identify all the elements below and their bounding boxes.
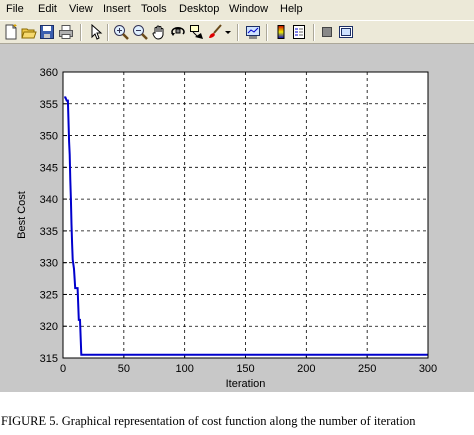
menu-desktop[interactable]: Desktop xyxy=(179,3,219,15)
x-tick-label: 250 xyxy=(358,363,376,375)
x-tick-label: 300 xyxy=(419,363,437,375)
figure-caption: FIGURE 5. Graphical representation of co… xyxy=(1,414,416,428)
pan-hand-icon[interactable] xyxy=(151,24,167,40)
brush-dropdown-icon[interactable] xyxy=(224,24,232,40)
y-tick-label: 320 xyxy=(40,321,58,333)
toolbar-separator xyxy=(237,24,239,41)
y-axis-label: Best Cost xyxy=(16,191,28,239)
show-plot-tools-icon[interactable] xyxy=(338,24,354,40)
y-tick-label: 330 xyxy=(40,258,58,270)
x-axis-label: Iteration xyxy=(226,378,266,390)
menu-bar: File Edit View Insert Tools Desktop Wind… xyxy=(0,0,474,20)
y-tick-label: 360 xyxy=(40,67,58,79)
y-tick-label: 355 xyxy=(40,99,58,111)
menu-insert[interactable]: Insert xyxy=(103,3,131,15)
toolbar-separator xyxy=(313,24,315,41)
new-figure-icon[interactable] xyxy=(3,24,19,40)
x-tick-label: 100 xyxy=(175,363,193,375)
hide-plot-tools-icon[interactable] xyxy=(319,24,335,40)
open-file-icon[interactable] xyxy=(21,24,37,40)
x-tick-label: 200 xyxy=(297,363,315,375)
menu-window[interactable]: Window xyxy=(229,3,268,15)
figure-window: File Edit View Insert Tools Desktop Wind… xyxy=(0,0,474,392)
zoom-in-icon[interactable] xyxy=(113,24,129,40)
x-tick-label: 50 xyxy=(118,363,130,375)
y-tick-label: 350 xyxy=(40,131,58,143)
figure-toolbar xyxy=(0,20,474,44)
insert-legend-icon[interactable] xyxy=(291,24,307,40)
plot-svg: 0 50 100 150 200 250 300 315 320 325 330 335 340 345 3… xyxy=(16,67,437,390)
y-tick-label: 345 xyxy=(40,162,58,174)
toolbar-separator xyxy=(80,24,82,41)
rotate-3d-icon[interactable] xyxy=(170,24,186,40)
y-tick-label: 315 xyxy=(40,353,58,365)
y-tick-label: 340 xyxy=(40,194,58,206)
menu-tools[interactable]: Tools xyxy=(141,3,167,15)
data-cursor-icon[interactable] xyxy=(189,24,205,40)
toolbar-separator xyxy=(266,24,268,41)
x-tick-label: 0 xyxy=(60,363,66,375)
x-tick-label: 150 xyxy=(236,363,254,375)
zoom-out-icon[interactable] xyxy=(132,24,148,40)
menu-help[interactable]: Help xyxy=(280,3,303,15)
menu-file[interactable]: File xyxy=(6,3,24,15)
print-icon[interactable] xyxy=(58,24,74,40)
menu-edit[interactable]: Edit xyxy=(38,3,57,15)
y-tick-label: 335 xyxy=(40,226,58,238)
y-tick-label: 325 xyxy=(40,289,58,301)
link-plot-icon[interactable] xyxy=(245,24,261,40)
brush-icon[interactable] xyxy=(207,24,223,40)
edit-plot-pointer-icon[interactable] xyxy=(87,23,103,40)
menu-view[interactable]: View xyxy=(69,3,93,15)
save-icon[interactable] xyxy=(39,24,55,40)
toolbar-separator xyxy=(107,24,109,41)
figure-canvas: 0 50 100 150 200 250 300 315 320 325 330 335 340 345 3… xyxy=(0,44,474,392)
insert-colorbar-icon[interactable] xyxy=(273,24,289,40)
